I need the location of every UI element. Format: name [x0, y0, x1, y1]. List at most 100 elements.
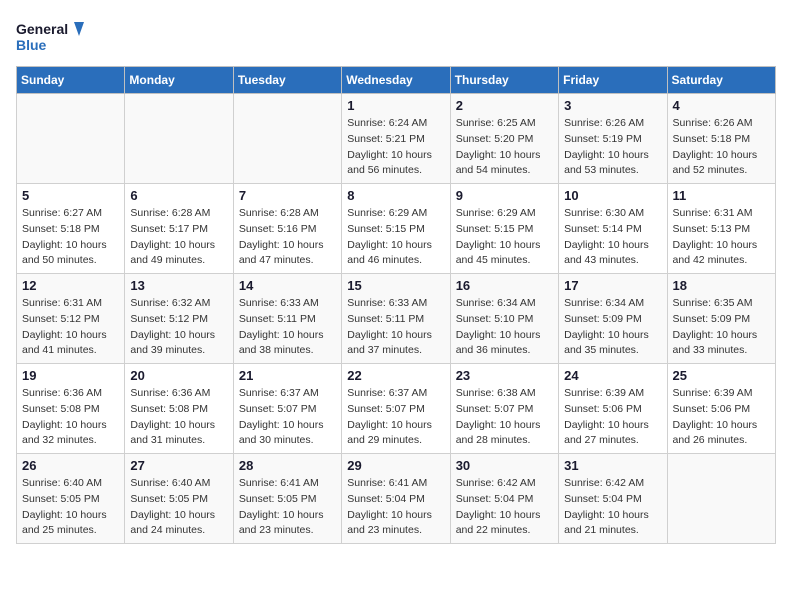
- svg-text:General: General: [16, 21, 68, 37]
- calendar-cell: 16 Sunrise: 6:34 AMSunset: 5:10 PMDayligh…: [450, 274, 558, 364]
- column-header-wednesday: Wednesday: [342, 67, 450, 94]
- day-number: 16: [456, 278, 553, 293]
- day-number: 5: [22, 188, 119, 203]
- day-number: 31: [564, 458, 661, 473]
- day-info: Sunrise: 6:31 AMSunset: 5:12 PMDaylight:…: [22, 296, 119, 359]
- calendar-cell: 8Sunrise: 6:29 AMSunset: 5:15 PMDaylight…: [342, 184, 450, 274]
- calendar-cell: 21 Sunrise: 6:37 AMSunset: 5:07 PMDayligh…: [233, 364, 341, 454]
- day-info: Sunrise: 6:34 AMSunset: 5:10 PMDaylight:…: [456, 296, 553, 359]
- week-row-1: 1 Sunrise: 6:24 AMSunset: 5:21 PMDaylight…: [17, 94, 776, 184]
- day-info: Sunrise: 6:24 AMSunset: 5:21 PMDaylight:…: [347, 116, 444, 179]
- calendar-cell: [667, 454, 775, 544]
- calendar-cell: 27 Sunrise: 6:40 AMSunset: 5:05 PMDayligh…: [125, 454, 233, 544]
- calendar-cell: 2Sunrise: 6:25 AMSunset: 5:20 PMDaylight…: [450, 94, 558, 184]
- calendar-cell: 3 Sunrise: 6:26 AMSunset: 5:19 PMDaylight…: [559, 94, 667, 184]
- calendar-cell: 11 Sunrise: 6:31 AMSunset: 5:13 PMDayligh…: [667, 184, 775, 274]
- logo: General Blue: [16, 16, 86, 56]
- day-info: Sunrise: 6:37 AMSunset: 5:07 PMDaylight:…: [347, 386, 444, 449]
- day-info: Sunrise: 6:39 AMSunset: 5:06 PMDaylight:…: [673, 386, 770, 449]
- calendar-cell: 22 Sunrise: 6:37 AMSunset: 5:07 PMDayligh…: [342, 364, 450, 454]
- day-info: Sunrise: 6:36 AMSunset: 5:08 PMDaylight:…: [130, 386, 227, 449]
- calendar-cell: 10 Sunrise: 6:30 AMSunset: 5:14 PMDayligh…: [559, 184, 667, 274]
- day-info: Sunrise: 6:40 AMSunset: 5:05 PMDaylight:…: [22, 476, 119, 539]
- calendar-cell: 4 Sunrise: 6:26 AMSunset: 5:18 PMDaylight…: [667, 94, 775, 184]
- day-number: 30: [456, 458, 553, 473]
- calendar-cell: 9 Sunrise: 6:29 AMSunset: 5:15 PMDaylight…: [450, 184, 558, 274]
- day-number: 19: [22, 368, 119, 383]
- day-number: 13: [130, 278, 227, 293]
- calendar-cell: 17 Sunrise: 6:34 AMSunset: 5:09 PMDayligh…: [559, 274, 667, 364]
- calendar-cell: 24 Sunrise: 6:39 AMSunset: 5:06 PMDayligh…: [559, 364, 667, 454]
- day-info: Sunrise: 6:41 AMSunset: 5:04 PMDaylight:…: [347, 476, 444, 539]
- day-info: Sunrise: 6:39 AMSunset: 5:06 PMDaylight:…: [564, 386, 661, 449]
- calendar-cell: 20 Sunrise: 6:36 AMSunset: 5:08 PMDayligh…: [125, 364, 233, 454]
- day-number: 11: [673, 188, 770, 203]
- calendar-cell: 12 Sunrise: 6:31 AMSunset: 5:12 PMDayligh…: [17, 274, 125, 364]
- calendar-cell: 15 Sunrise: 6:33 AMSunset: 5:11 PMDayligh…: [342, 274, 450, 364]
- day-number: 22: [347, 368, 444, 383]
- column-header-tuesday: Tuesday: [233, 67, 341, 94]
- day-info: Sunrise: 6:37 AMSunset: 5:07 PMDaylight:…: [239, 386, 336, 449]
- day-info: Sunrise: 6:27 AMSunset: 5:18 PMDaylight:…: [22, 206, 119, 269]
- week-row-5: 26 Sunrise: 6:40 AMSunset: 5:05 PMDayligh…: [17, 454, 776, 544]
- day-number: 17: [564, 278, 661, 293]
- calendar-cell: 7 Sunrise: 6:28 AMSunset: 5:16 PMDaylight…: [233, 184, 341, 274]
- calendar-cell: 18Sunrise: 6:35 AMSunset: 5:09 PMDayligh…: [667, 274, 775, 364]
- day-number: 3: [564, 98, 661, 113]
- calendar-table: SundayMondayTuesdayWednesdayThursdayFrid…: [16, 66, 776, 544]
- day-number: 7: [239, 188, 336, 203]
- calendar-cell: 30Sunrise: 6:42 AMSunset: 5:04 PMDayligh…: [450, 454, 558, 544]
- day-info: Sunrise: 6:35 AMSunset: 5:09 PMDaylight:…: [673, 296, 770, 359]
- calendar-cell: 13Sunrise: 6:32 AMSunset: 5:12 PMDayligh…: [125, 274, 233, 364]
- day-number: 20: [130, 368, 227, 383]
- calendar-cell: 19 Sunrise: 6:36 AMSunset: 5:08 PMDayligh…: [17, 364, 125, 454]
- day-number: 15: [347, 278, 444, 293]
- day-number: 6: [130, 188, 227, 203]
- calendar-cell: [233, 94, 341, 184]
- day-number: 9: [456, 188, 553, 203]
- column-header-saturday: Saturday: [667, 67, 775, 94]
- day-number: 21: [239, 368, 336, 383]
- day-number: 28: [239, 458, 336, 473]
- day-number: 29: [347, 458, 444, 473]
- calendar-cell: 14Sunrise: 6:33 AMSunset: 5:11 PMDayligh…: [233, 274, 341, 364]
- day-info: Sunrise: 6:36 AMSunset: 5:08 PMDaylight:…: [22, 386, 119, 449]
- day-info: Sunrise: 6:29 AMSunset: 5:15 PMDaylight:…: [456, 206, 553, 269]
- week-row-2: 5 Sunrise: 6:27 AMSunset: 5:18 PMDaylight…: [17, 184, 776, 274]
- day-number: 24: [564, 368, 661, 383]
- calendar-cell: 28 Sunrise: 6:41 AMSunset: 5:05 PMDayligh…: [233, 454, 341, 544]
- day-number: 26: [22, 458, 119, 473]
- week-row-3: 12 Sunrise: 6:31 AMSunset: 5:12 PMDayligh…: [17, 274, 776, 364]
- week-row-4: 19 Sunrise: 6:36 AMSunset: 5:08 PMDayligh…: [17, 364, 776, 454]
- day-info: Sunrise: 6:40 AMSunset: 5:05 PMDaylight:…: [130, 476, 227, 539]
- logo-svg: General Blue: [16, 16, 86, 56]
- day-number: 1: [347, 98, 444, 113]
- day-number: 12: [22, 278, 119, 293]
- day-info: Sunrise: 6:26 AMSunset: 5:18 PMDaylight:…: [673, 116, 770, 179]
- day-number: 27: [130, 458, 227, 473]
- day-number: 2: [456, 98, 553, 113]
- calendar-cell: 6 Sunrise: 6:28 AMSunset: 5:17 PMDaylight…: [125, 184, 233, 274]
- day-info: Sunrise: 6:33 AMSunset: 5:11 PMDaylight:…: [347, 296, 444, 359]
- day-info: Sunrise: 6:30 AMSunset: 5:14 PMDaylight:…: [564, 206, 661, 269]
- header-row: SundayMondayTuesdayWednesdayThursdayFrid…: [17, 67, 776, 94]
- day-info: Sunrise: 6:28 AMSunset: 5:17 PMDaylight:…: [130, 206, 227, 269]
- calendar-cell: 31Sunrise: 6:42 AMSunset: 5:04 PMDayligh…: [559, 454, 667, 544]
- column-header-thursday: Thursday: [450, 67, 558, 94]
- calendar-cell: [125, 94, 233, 184]
- day-info: Sunrise: 6:28 AMSunset: 5:16 PMDaylight:…: [239, 206, 336, 269]
- calendar-cell: 29 Sunrise: 6:41 AMSunset: 5:04 PMDayligh…: [342, 454, 450, 544]
- day-number: 4: [673, 98, 770, 113]
- column-header-friday: Friday: [559, 67, 667, 94]
- day-info: Sunrise: 6:31 AMSunset: 5:13 PMDaylight:…: [673, 206, 770, 269]
- day-number: 23: [456, 368, 553, 383]
- page-header: General Blue: [16, 16, 776, 56]
- day-info: Sunrise: 6:34 AMSunset: 5:09 PMDaylight:…: [564, 296, 661, 359]
- day-info: Sunrise: 6:26 AMSunset: 5:19 PMDaylight:…: [564, 116, 661, 179]
- column-header-monday: Monday: [125, 67, 233, 94]
- day-info: Sunrise: 6:41 AMSunset: 5:05 PMDaylight:…: [239, 476, 336, 539]
- day-number: 14: [239, 278, 336, 293]
- day-number: 10: [564, 188, 661, 203]
- calendar-cell: 1 Sunrise: 6:24 AMSunset: 5:21 PMDaylight…: [342, 94, 450, 184]
- calendar-cell: [17, 94, 125, 184]
